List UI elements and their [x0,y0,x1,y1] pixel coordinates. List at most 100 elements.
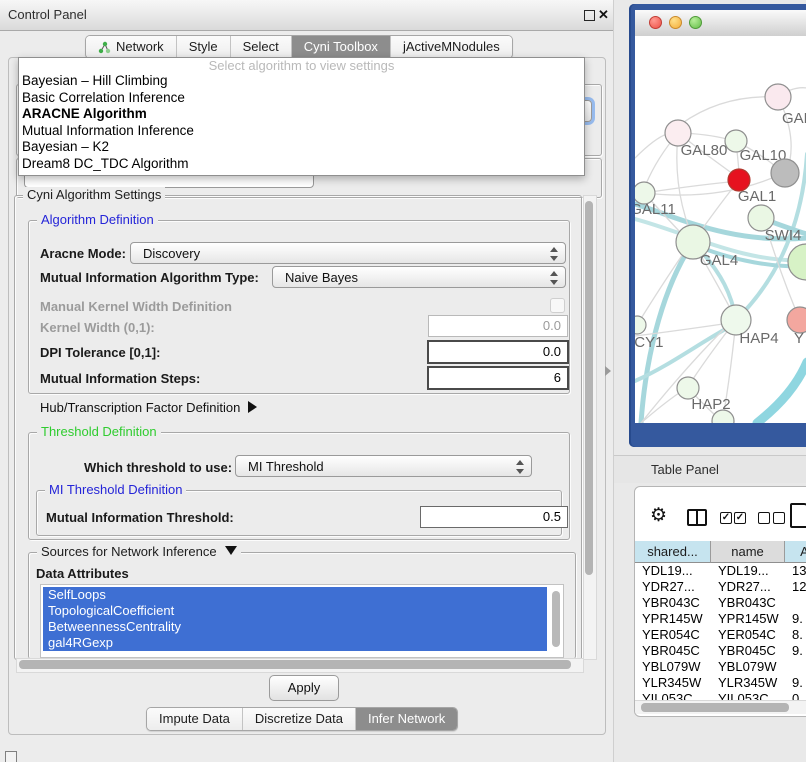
table-row[interactable]: YIL053CYIL053C0. [635,691,806,700]
table-row[interactable]: YBR045CYBR045C9. [635,643,806,659]
aracne-mode-combobox[interactable]: Discovery [130,242,566,264]
docked-panel-icon[interactable] [5,751,17,762]
table-cell: YLR345W [711,675,785,691]
sources-group-title[interactable]: Sources for Network Inference [37,544,241,559]
tab-network[interactable]: Network [86,36,176,58]
tab-select[interactable]: Select [230,36,291,58]
checked-checkbox-icon[interactable]: ✓ [734,512,746,524]
tab-style[interactable]: Style [176,36,230,58]
table-horizontal-scrollbar[interactable] [635,700,806,714]
dpi-tolerance-label: DPI Tolerance [0,1]: [40,345,160,360]
data-attributes-list[interactable]: SelfLoopsTopologicalCoefficientBetweenne… [40,584,564,658]
close-icon[interactable]: ✕ [598,7,609,23]
table-cell: YDR27... [711,579,785,595]
algorithm-option[interactable]: Mutual Information Inference [19,123,584,140]
algorithm-option[interactable]: Bayesian – Hill Climbing [19,73,584,90]
table-row[interactable]: YDL19...YDL19...13 [635,563,806,579]
splitter-collapse-icon[interactable] [605,366,611,376]
tab-label: Select [243,36,279,58]
mi-type-value: Naive Bayes [285,270,358,285]
table-cell: YPR145W [635,611,711,627]
network-node-big-green[interactable] [788,244,806,280]
table-cell: YBL079W [711,659,785,675]
table-panel-title: Table Panel [651,462,719,477]
data-attribute-item[interactable]: TopologicalCoefficient [43,603,547,619]
gear-icon[interactable]: ⚙ [650,506,667,525]
mi-type-combobox[interactable]: Naive Bayes [272,266,566,288]
column-header-shared[interactable]: shared... [635,541,711,563]
which-threshold-combobox[interactable]: MI Threshold [235,455,532,477]
table-cell: YDL19... [635,563,711,579]
network-node-label: GAL4 [700,252,738,269]
control-panel-window: Control Panel ✕ NetworkStyleSelectCyni T… [0,0,613,762]
table-cell: 12 [785,579,806,595]
checked-checkbox-icon[interactable]: ✓ [720,512,732,524]
close-traffic-light[interactable] [649,16,662,29]
network-edge [641,393,679,423]
apply-button[interactable]: Apply [269,675,339,701]
kernel-width-field[interactable]: 0.0 [428,315,568,337]
algorithm-option[interactable]: Bayesian – K2 [19,139,584,156]
export-table-icon[interactable] [790,503,806,528]
network-node-label: HAP4 [739,330,778,347]
bottom-tabbar: Impute DataDiscretize DataInfer Network [146,707,458,731]
algorithm-dropdown-list: Select algorithm to view settings Bayesi… [18,57,585,176]
unchecked-checkbox-icon[interactable] [773,512,785,524]
table-horizontal-scrollbar-thumb[interactable] [641,703,789,712]
which-threshold-label: Which threshold to use: [84,460,232,475]
network-node-gcy1[interactable] [635,316,646,334]
tab-infer-network[interactable]: Infer Network [355,708,457,730]
data-attribute-item[interactable]: BetweennessCentrality [43,619,547,635]
table-row[interactable]: YBL079WYBL079W [635,659,806,675]
dropdown-placeholder: Select algorithm to view settings [19,58,584,73]
table-row[interactable]: YLR345WYLR345W9. [635,675,806,691]
manual-kernel-label: Manual Kernel Width Definition [40,299,232,314]
settings-horizontal-scrollbar[interactable] [16,658,584,673]
manual-kernel-checkbox[interactable] [550,298,565,313]
network-node-gray-node[interactable] [771,159,799,187]
hub-section-toggle[interactable]: Hub/Transcription Factor Definition [40,400,257,415]
network-canvas[interactable]: GALGAL80GAL10GAL1GAL11SWI4GAL4GCY1HAP4YH… [635,36,806,423]
attribute-list-scrollbar[interactable] [552,591,560,647]
data-attributes-label: Data Attributes [36,566,129,581]
network-edge [681,97,778,124]
mi-threshold-field[interactable]: 0.5 [420,506,568,528]
combo-arrows-icon [516,460,524,474]
settings-horizontal-scrollbar-thumb[interactable] [19,660,571,669]
algorithm-option[interactable]: Basic Correlation Inference [19,90,584,107]
unchecked-checkbox-icon[interactable] [758,512,770,524]
aracne-mode-value: Discovery [143,246,200,261]
mi-steps-field[interactable]: 6 [427,366,569,390]
control-panel-tabbar: NetworkStyle Select Cyni ToolboxjActiveMNo… [85,35,513,59]
tab-discretize-data[interactable]: Discretize Data [242,708,355,730]
combo-arrows-icon [550,271,558,285]
mi-threshold-group-title: MI Threshold Definition [45,482,186,497]
table-cell: 9. [785,675,806,691]
table-row[interactable]: YER054CYER054C8. [635,627,806,643]
tab-cyni-toolbox[interactable]: Cyni Toolbox [291,36,390,58]
data-attribute-item[interactable]: gal4RGexp [43,635,547,651]
algorithm-option[interactable]: Dream8 DC_TDC Algorithm [19,156,584,173]
settings-vertical-scrollbar-thumb[interactable] [585,201,593,575]
network-node-label: GAL [782,110,806,127]
column-header-A[interactable]: A [785,541,806,563]
table-row[interactable]: YBR043CYBR043C [635,595,806,611]
algorithm-option[interactable]: ARACNE Algorithm [19,106,584,123]
table-row[interactable]: YDR27...YDR27...12 [635,579,806,595]
settings-vertical-scrollbar[interactable] [583,195,597,660]
float-window-icon[interactable] [584,10,595,21]
data-attribute-item[interactable]: SelfLoops [43,587,547,603]
tab-impute-data[interactable]: Impute Data [147,708,242,730]
network-node-gal-top[interactable] [765,84,791,110]
tab-jactivemnodules[interactable]: jActiveMNodules [390,36,512,58]
column-chooser-icon[interactable] [687,509,707,526]
right-region: GALGAL80GAL10GAL1GAL11SWI4GAL4GCY1HAP4YH… [613,0,806,762]
table-cell: YDL19... [711,563,785,579]
dpi-tolerance-field[interactable]: 0.0 [427,340,569,364]
column-header-name[interactable]: name [711,541,785,563]
zoom-traffic-light[interactable] [689,16,702,29]
network-node-label: GAL11 [635,201,676,218]
minimize-traffic-light[interactable] [669,16,682,29]
table-row[interactable]: YPR145WYPR145W9. [635,611,806,627]
table-cell: YIL053C [635,691,711,700]
